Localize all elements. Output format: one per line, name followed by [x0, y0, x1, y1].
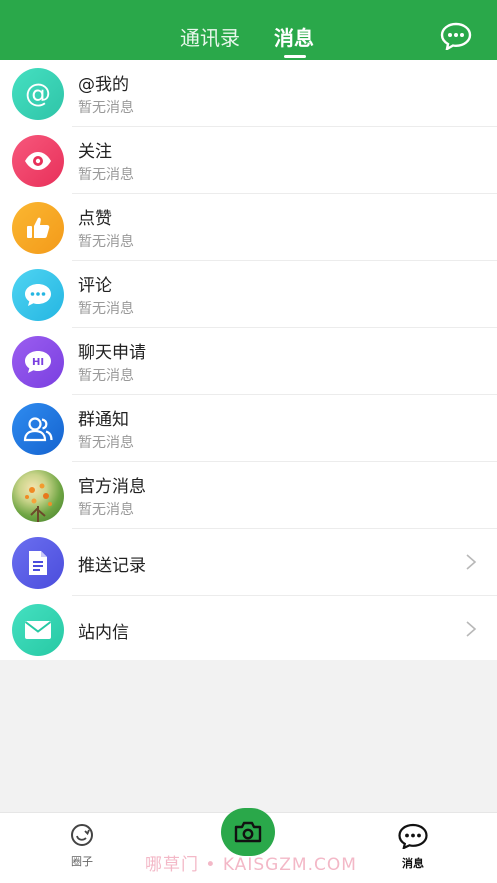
message-list: @ @我的 暂无消息 关注 暂无消息 点赞 暂无消息 评论 暂无消息 HI 聊天…	[0, 60, 497, 660]
list-item-title: 群通知	[78, 410, 129, 430]
list-item-title: 官方消息	[78, 477, 146, 497]
list-item-subtitle: 暂无消息	[78, 167, 134, 183]
list-item-subtitle: 暂无消息	[78, 301, 134, 317]
official-avatar	[12, 470, 64, 522]
comment-icon	[12, 269, 64, 321]
thumbs-up-icon	[12, 202, 64, 254]
list-item-title: 点赞	[78, 209, 112, 229]
list-item-group-notice[interactable]: 群通知 暂无消息	[0, 395, 497, 462]
list-item-title: 站内信	[78, 623, 129, 643]
watermark: 哪草门 • KAISGZM.COM	[145, 855, 357, 875]
document-icon	[12, 537, 64, 589]
active-tab-indicator	[284, 55, 306, 58]
svg-text:@: @	[25, 79, 51, 109]
top-bar: 通讯录 消息	[0, 0, 497, 60]
tab-contacts[interactable]: 通讯录	[180, 22, 240, 51]
tab-messages[interactable]: 消息	[274, 22, 314, 51]
tab-messages-label: 消息	[402, 857, 424, 870]
tab-circle[interactable]: 圈子	[52, 823, 112, 869]
list-item-subtitle: 暂无消息	[78, 100, 134, 116]
list-item-likes[interactable]: 点赞 暂无消息	[0, 194, 497, 261]
list-item-follow[interactable]: 关注 暂无消息	[0, 127, 497, 194]
list-item-at-me[interactable]: @ @我的 暂无消息	[0, 60, 497, 127]
mail-icon	[12, 604, 64, 656]
list-item-chat-requests[interactable]: HI 聊天申请 暂无消息	[0, 328, 497, 395]
svg-text:HI: HI	[32, 357, 44, 368]
tab-circle-label: 圈子	[71, 855, 93, 868]
list-item-subtitle: 暂无消息	[78, 234, 134, 250]
list-item-comments[interactable]: 评论 暂无消息	[0, 261, 497, 328]
list-item-official[interactable]: 官方消息 暂无消息	[0, 462, 497, 529]
list-item-push-history[interactable]: 推送记录	[0, 529, 497, 596]
list-item-subtitle: 暂无消息	[78, 435, 134, 451]
eye-icon	[12, 135, 64, 187]
tab-messages-bottom[interactable]: 消息	[383, 823, 443, 871]
chevron-right-icon	[465, 620, 477, 638]
list-item-title: 推送记录	[78, 556, 146, 576]
list-item-inbox[interactable]: 站内信	[0, 596, 497, 663]
list-item-title: 关注	[78, 142, 112, 162]
chat-bubble-icon[interactable]	[440, 22, 472, 52]
camera-button[interactable]	[221, 808, 275, 856]
chat-dots-icon	[398, 823, 428, 850]
group-icon	[12, 403, 64, 455]
chevron-right-icon	[465, 553, 477, 571]
list-item-title: @我的	[78, 75, 129, 95]
list-item-title: 聊天申请	[78, 343, 146, 363]
hi-chat-icon: HI	[12, 336, 64, 388]
list-item-title: 评论	[78, 276, 112, 296]
at-icon: @	[12, 68, 64, 120]
list-item-subtitle: 暂无消息	[78, 368, 134, 384]
camera-icon	[234, 821, 262, 843]
list-item-subtitle: 暂无消息	[78, 502, 134, 518]
circle-icon	[71, 824, 93, 846]
